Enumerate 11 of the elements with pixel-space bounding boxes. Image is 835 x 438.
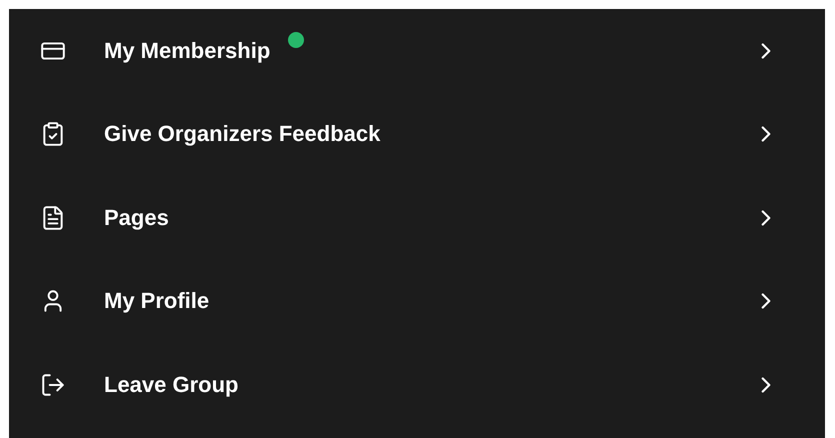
menu-item[interactable]: My Membership — [9, 9, 825, 92]
menu-item-label: Pages — [104, 206, 169, 229]
menu-item-label: Leave Group — [104, 374, 238, 396]
menu-item[interactable]: My Profile — [9, 260, 825, 343]
menu-item[interactable]: Leave Group — [9, 343, 825, 426]
menu-item-label: My Profile — [104, 290, 210, 312]
menu-item[interactable]: Pages — [9, 176, 825, 260]
menu-item-label: Give Organizers Feedback — [104, 123, 380, 146]
exit-icon — [40, 372, 66, 398]
menu-item-label: My Membership — [104, 40, 270, 62]
menu-item[interactable]: Give Organizers Feedback — [9, 92, 825, 176]
